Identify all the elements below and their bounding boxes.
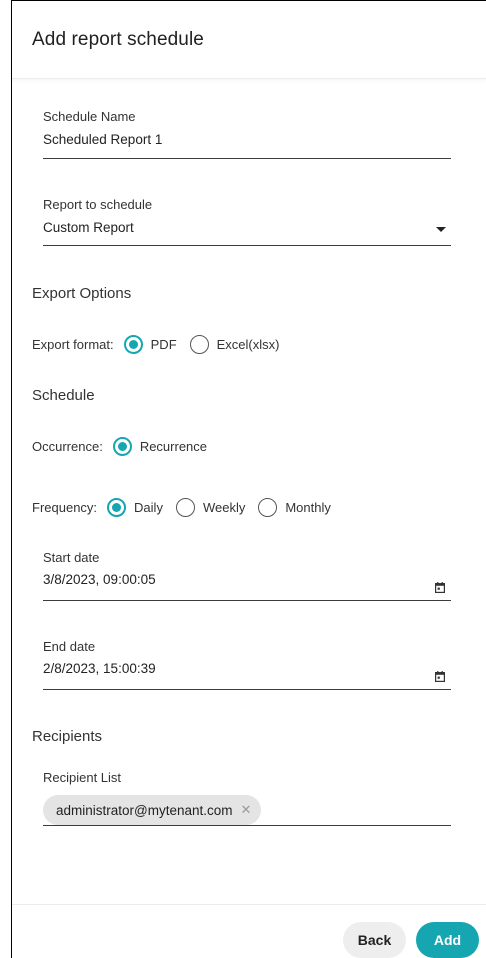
end-date-input[interactable]: 2/8/2023, 15:00:39 [43, 661, 156, 676]
radio-label-excel: Excel(xlsx) [216, 336, 280, 352]
dialog-footer: Back Add [12, 904, 486, 958]
recipient-list-label: Recipient List [43, 770, 122, 785]
end-date-field[interactable]: End date 2/8/2023, 15:00:39 [43, 634, 451, 690]
report-to-schedule-value: Custom Report [43, 220, 134, 235]
dialog-header: Add report schedule [12, 1, 486, 79]
radio-label-pdf: PDF [150, 336, 177, 352]
schedule-name-field[interactable]: Schedule Name Scheduled Report 1 [43, 105, 451, 159]
occurrence-recurrence-radio[interactable]: Recurrence [112, 436, 208, 456]
export-format-label: Export format: [32, 336, 114, 352]
frequency-monthly-radio[interactable]: Monthly [258, 497, 331, 517]
start-date-input[interactable]: 3/8/2023, 09:00:05 [43, 572, 156, 587]
schedule-name-input[interactable]: Scheduled Report 1 [43, 132, 162, 147]
recipients-title: Recipients [32, 728, 103, 745]
dialog-title: Add report schedule [32, 28, 204, 50]
occurrence-label: Occurrence: [32, 438, 103, 454]
radio-label-daily: Daily [134, 499, 163, 515]
export-format-pdf-radio[interactable]: PDF [123, 334, 177, 354]
recipient-chip-label: administrator@mytenant.com [56, 802, 233, 818]
export-options-title: Export Options [32, 285, 132, 302]
calendar-icon[interactable] [435, 582, 445, 593]
frequency-daily-radio[interactable]: Daily [107, 497, 163, 517]
add-button[interactable]: Add [416, 922, 479, 958]
radio-unchecked-icon[interactable] [189, 334, 209, 354]
export-format-excel-radio[interactable]: Excel(xlsx) [189, 334, 280, 354]
radio-label-monthly: Monthly [285, 499, 331, 515]
export-format-row: Export format: PDF Excel(xlsx) [32, 332, 292, 356]
back-button[interactable]: Back [343, 922, 406, 958]
radio-checked-icon[interactable] [112, 436, 132, 456]
occurrence-row: Occurrence: Recurrence [32, 434, 220, 458]
start-date-label: Start date [43, 550, 100, 565]
add-report-schedule-dialog: Add report schedule Schedule Name Schedu… [11, 0, 486, 958]
start-date-field[interactable]: Start date 3/8/2023, 09:00:05 [43, 545, 451, 601]
schedule-name-label: Schedule Name [43, 109, 136, 124]
radio-label-weekly: Weekly [202, 499, 246, 515]
radio-unchecked-icon[interactable] [258, 497, 278, 517]
radio-checked-icon[interactable] [107, 497, 127, 517]
radio-label-recurrence: Recurrence [139, 438, 208, 454]
chevron-down-icon[interactable] [436, 227, 446, 232]
report-to-schedule-select[interactable]: Report to schedule Custom Report [43, 193, 451, 246]
radio-unchecked-icon[interactable] [175, 497, 195, 517]
frequency-label: Frequency: [32, 499, 98, 515]
recipient-chip: administrator@mytenant.com ✕ [43, 795, 262, 825]
calendar-icon[interactable] [435, 671, 445, 682]
report-to-schedule-label: Report to schedule [43, 197, 153, 212]
close-icon[interactable]: ✕ [241, 802, 252, 818]
radio-checked-icon[interactable] [123, 334, 143, 354]
frequency-weekly-radio[interactable]: Weekly [175, 497, 246, 517]
recipient-list-field[interactable]: Recipient List administrator@mytenant.co… [43, 765, 451, 826]
schedule-title: Schedule [32, 387, 95, 404]
end-date-label: End date [43, 639, 96, 654]
frequency-row: Frequency: Daily Weekly Monthly [32, 495, 344, 519]
